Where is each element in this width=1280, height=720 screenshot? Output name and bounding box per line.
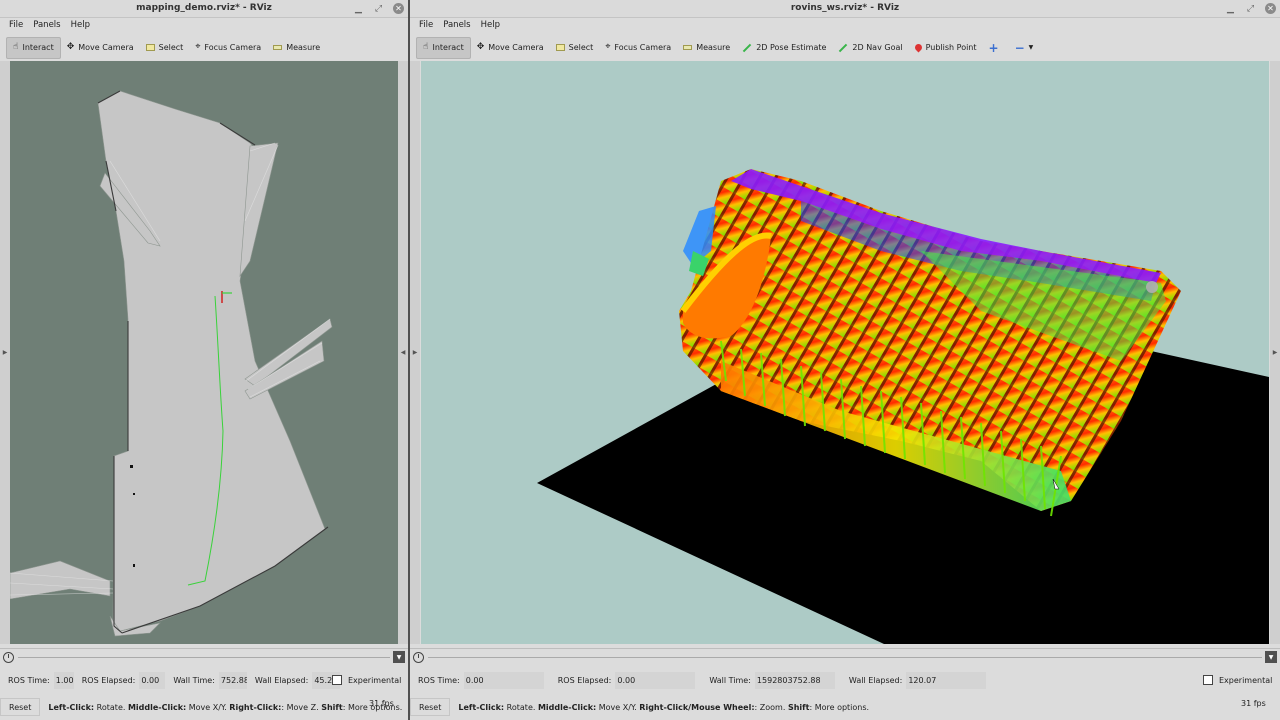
tool-publish-point[interactable]: Publish Point: [909, 37, 983, 59]
status-bar: Reset Left-Click: Rotate. Middle-Click: …: [0, 696, 408, 718]
menu-panels[interactable]: Panels: [28, 18, 65, 34]
tool-2d-pose-estimate[interactable]: 2D Pose Estimate: [736, 37, 832, 59]
mouse-hint: Left-Click: Rotate. Middle-Click: Move X…: [458, 702, 870, 712]
measure-icon: [683, 45, 693, 50]
experimental-checkbox[interactable]: Experimental: [1203, 675, 1272, 685]
title-bar: rovins_ws.rviz* - RViz ▁ ⤢ ✕: [410, 0, 1280, 18]
tool-bar: ☝ Interact ✥ Move Camera Select ⌖ Focus Cam…: [410, 35, 1280, 60]
menu-file[interactable]: File: [414, 18, 438, 34]
title-bar: mapping_demo.rviz* - RViz ▁ ⤢ ✕: [0, 0, 408, 18]
maximize-icon[interactable]: ⤢: [373, 3, 384, 14]
tool-select[interactable]: Select: [140, 37, 190, 59]
point-cloud-scene: [537, 169, 1269, 644]
window-title: mapping_demo.rviz* - RViz: [136, 3, 272, 13]
close-icon[interactable]: ✕: [393, 3, 404, 14]
ros-elapsed-label: ROS Elapsed:: [81, 676, 136, 685]
menu-help[interactable]: Help: [476, 18, 505, 34]
plus-icon: +: [988, 40, 999, 55]
close-icon[interactable]: ✕: [1265, 3, 1276, 14]
time-panel: ROS Time: 1.00 ROS Elapsed: 0.00 Wall Ti…: [0, 670, 408, 691]
chevron-down-icon[interactable]: ▼: [393, 651, 405, 663]
add-tool-button[interactable]: +: [983, 37, 1009, 59]
status-bar: Reset Left-Click: Rotate. Middle-Click: …: [410, 696, 1280, 718]
reset-button[interactable]: Reset: [410, 698, 451, 716]
tool-interact[interactable]: ☝ Interact: [6, 36, 61, 59]
pose-estimate-icon: [742, 43, 752, 52]
wall-elapsed-field[interactable]: 120.07: [906, 672, 987, 689]
left-dock-toggle[interactable]: ▶: [410, 61, 420, 644]
wall-elapsed-label: Wall Elapsed:: [254, 676, 309, 685]
minus-icon: −: [1014, 40, 1025, 55]
interact-icon: ☝: [423, 42, 429, 52]
occupancy-grid-map: [10, 90, 333, 637]
focus-camera-icon: ⌖: [195, 42, 201, 52]
measure-icon: [273, 45, 283, 50]
chevron-down-icon: ▼: [1028, 43, 1034, 51]
3d-viewport[interactable]: [421, 61, 1269, 644]
menu-file[interactable]: File: [4, 18, 28, 34]
rviz-window-mapping: mapping_demo.rviz* - RViz ▁ ⤢ ✕ File Pan…: [0, 0, 408, 720]
tool-focus-camera[interactable]: ⌖ Focus Camera: [599, 37, 677, 59]
clock-icon: [3, 652, 14, 663]
fps-label: 31 fps: [369, 699, 394, 708]
ros-elapsed-label: ROS Elapsed:: [557, 676, 612, 685]
focus-camera-icon: ⌖: [605, 42, 611, 52]
nav-goal-icon: [839, 43, 848, 52]
wall-elapsed-label: Wall Elapsed:: [848, 676, 903, 685]
menu-help[interactable]: Help: [66, 18, 95, 34]
move-camera-icon: ✥: [66, 42, 75, 52]
tool-focus-camera[interactable]: ⌖ Focus Camera: [189, 37, 267, 59]
maximize-icon[interactable]: ⤢: [1245, 3, 1256, 14]
ros-time-label: ROS Time:: [418, 676, 460, 685]
time-panel-bar: ▼: [0, 648, 408, 666]
map-viewport[interactable]: [10, 61, 398, 644]
menu-panels[interactable]: Panels: [438, 18, 475, 34]
wall-time-label: Wall Time:: [709, 676, 751, 685]
ros-time-field[interactable]: 1.00: [53, 672, 74, 689]
tool-bar: ☝ Interact ✥ Move Camera Select ⌖ Focus Cam…: [0, 35, 408, 60]
clock-icon: [413, 652, 424, 663]
menu-bar: File Panels Help: [0, 18, 408, 34]
right-dock-toggle[interactable]: ▶: [1270, 61, 1280, 644]
wall-time-field[interactable]: 752.88: [218, 672, 247, 689]
ros-time-field[interactable]: 0.00: [463, 672, 544, 689]
ros-elapsed-field[interactable]: 0.00: [615, 672, 696, 689]
select-icon: [145, 44, 155, 51]
chevron-down-icon[interactable]: ▼: [1265, 651, 1277, 663]
experimental-checkbox[interactable]: Experimental: [332, 675, 401, 685]
wall-time-label: Wall Time:: [173, 676, 215, 685]
interact-icon: ☝: [13, 42, 19, 52]
tool-select[interactable]: Select: [550, 37, 600, 59]
time-panel: ROS Time: 0.00 ROS Elapsed: 0.00 Wall Ti…: [410, 670, 1280, 691]
remove-tool-button[interactable]: − ▼: [1009, 37, 1044, 59]
publish-point-icon: [913, 42, 924, 53]
move-camera-icon: ✥: [476, 42, 485, 52]
tool-move-camera[interactable]: ✥ Move Camera: [61, 37, 140, 59]
reset-button[interactable]: Reset: [0, 698, 41, 716]
left-dock-toggle[interactable]: ▶: [0, 61, 10, 644]
ros-time-label: ROS Time:: [8, 676, 50, 685]
window-title: rovins_ws.rviz* - RViz: [790, 3, 900, 13]
time-panel-bar: ▼: [410, 648, 1280, 666]
right-dock-toggle[interactable]: ◀: [398, 61, 408, 644]
robot-marker: [1146, 281, 1158, 293]
tool-measure[interactable]: Measure: [267, 37, 326, 59]
tool-move-camera[interactable]: ✥ Move Camera: [471, 37, 550, 59]
tool-interact[interactable]: ☝ Interact: [416, 36, 471, 59]
select-icon: [555, 44, 565, 51]
rviz-window-rovins: rovins_ws.rviz* - RViz ▁ ⤢ ✕ File Panels…: [410, 0, 1280, 720]
wall-time-field[interactable]: 1592803752.88: [754, 672, 835, 689]
minimize-icon[interactable]: ▁: [353, 3, 364, 14]
menu-bar: File Panels Help: [410, 18, 1280, 34]
tool-2d-nav-goal[interactable]: 2D Nav Goal: [832, 37, 908, 59]
minimize-icon[interactable]: ▁: [1225, 3, 1236, 14]
tool-measure[interactable]: Measure: [677, 37, 736, 59]
fps-label: 31 fps: [1241, 699, 1266, 708]
ros-elapsed-field[interactable]: 0.00: [139, 672, 166, 689]
mouse-hint: Left-Click: Rotate. Middle-Click: Move X…: [48, 702, 403, 712]
